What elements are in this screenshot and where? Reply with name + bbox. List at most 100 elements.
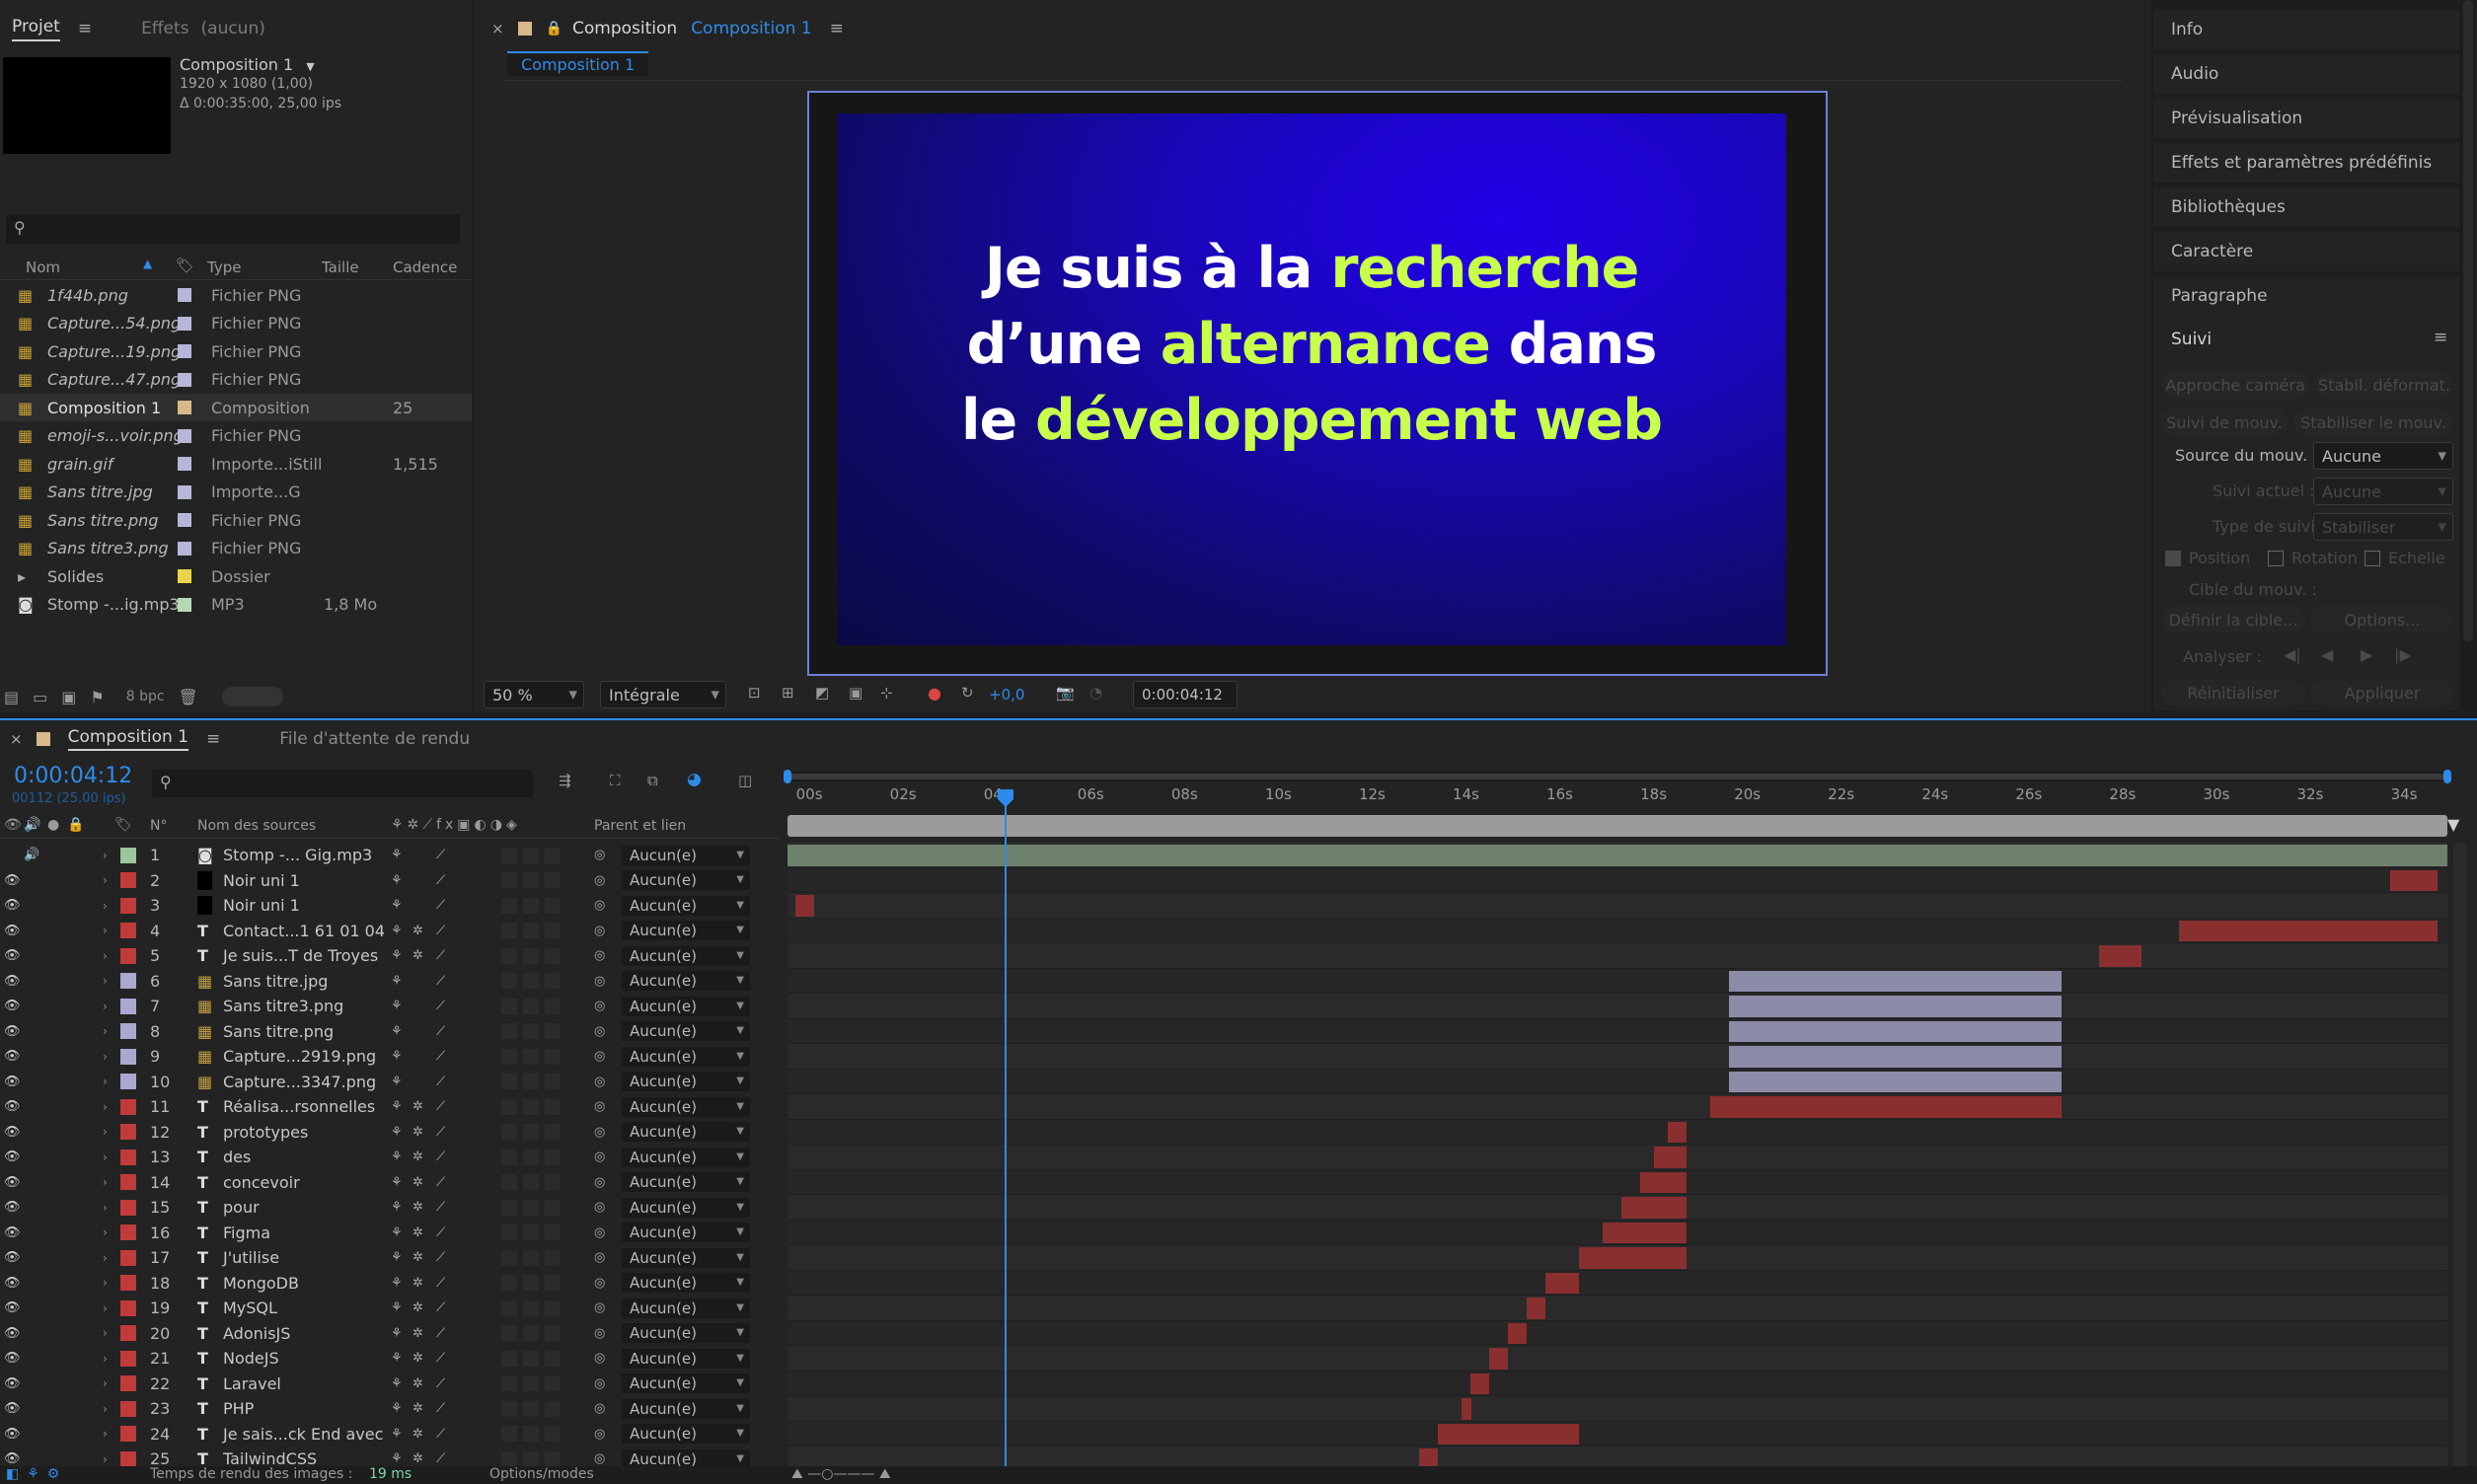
layer-name[interactable]: Capture...2919.png [223,1047,376,1066]
shy-icon[interactable]: ⚘ [391,1401,403,1416]
switch-box[interactable] [501,1249,517,1266]
expand-chevron-icon[interactable]: › [103,949,108,963]
quality-icon[interactable]: ⟋ [436,1250,445,1265]
pickwhip-icon[interactable]: ◎ [594,1427,605,1442]
layer-label-swatch[interactable] [120,923,136,939]
switch-box[interactable] [501,1299,517,1316]
shy-icon[interactable]: ⚘ [391,1351,403,1366]
label-color-swatch[interactable] [178,316,191,331]
switch-box[interactable] [545,1325,561,1342]
pickwhip-icon[interactable]: ◎ [594,848,605,862]
col-name[interactable]: Nom [26,259,60,276]
new-comp-icon[interactable]: ▣ [61,688,76,706]
switch-box[interactable] [545,1426,561,1443]
quality-icon[interactable]: ⟋ [436,898,445,913]
switch-box[interactable] [501,1450,517,1467]
parent-dropdown[interactable]: Aucun(e) ▼ [622,1323,750,1344]
shy-icon[interactable]: ⚘ [391,1326,403,1341]
layer-label-swatch[interactable] [120,1224,136,1241]
pickwhip-icon[interactable]: ◎ [594,1175,605,1190]
audio-icon[interactable]: 🔊 [24,817,40,833]
parent-dropdown[interactable]: Aucun(e) ▼ [622,1197,750,1218]
pickwhip-icon[interactable]: ◎ [594,1049,605,1064]
switch-box[interactable] [523,1124,539,1141]
switch-box[interactable] [501,1098,517,1115]
layer-label-swatch[interactable] [120,1023,136,1040]
layer-label-swatch[interactable] [120,1199,136,1216]
quality-icon[interactable]: ⟋ [436,924,445,938]
layer-label-swatch[interactable] [120,1174,136,1191]
layer-duration-bar[interactable] [1527,1298,1546,1319]
trash-icon[interactable]: 🗑 [179,688,198,706]
quality-icon[interactable]: ⟋ [436,1125,445,1140]
layer-row[interactable]: 👁 › 2 ■ Noir uni 1 ⚘ ⟋ ◎ Aucun(e) ▼ [0,868,780,894]
pickwhip-icon[interactable]: ◎ [594,1150,605,1164]
col-parent[interactable]: Parent et lien [594,818,686,834]
pickwhip-icon[interactable]: ◎ [594,1451,605,1466]
layer-name[interactable]: Je sais...ck End avec [223,1425,383,1444]
switch-box[interactable] [501,1048,517,1065]
transparency-grid-icon[interactable]: ⊞ [782,684,794,702]
layer-row[interactable]: 👁 › 6 ▦ Sans titre.jpg ⚘ ⟋ ◎ Aucun(e) ▼ [0,969,780,995]
switch-box[interactable] [501,973,517,990]
eye-icon[interactable]: 👁 [4,1326,21,1341]
shy-icon[interactable]: ⚘ [391,1250,403,1265]
switch-box[interactable] [523,1023,539,1040]
layer-label-swatch[interactable] [120,1325,136,1342]
layer-name[interactable]: Sans titre.png [223,1022,334,1041]
parent-dropdown[interactable]: Aucun(e) ▼ [622,895,750,916]
layer-duration-bar[interactable] [1578,1247,1688,1269]
switch-box[interactable] [523,1224,539,1241]
eye-icon[interactable]: 👁 [4,999,21,1013]
layer-row[interactable]: 👁 › 16 T Figma ⚘ ✲ ⟋ ◎ Aucun(e) ▼ [0,1221,780,1246]
layer-row[interactable]: 🔊 › 1 ◙ Stomp -... Gig.mp3 ⚘ ⟋ ◎ Aucun(e) ▼ [0,843,780,868]
eye-icon[interactable]: 👁 [4,1175,21,1190]
lock-icon[interactable]: 🔒 [67,817,84,833]
label-color-swatch[interactable] [178,428,191,443]
shy-icon[interactable]: ⚘ [391,999,403,1013]
parent-dropdown[interactable]: Aucun(e) ▼ [622,1172,750,1193]
label-color-swatch[interactable] [178,457,191,471]
switch-box[interactable] [523,872,539,889]
pickwhip-icon[interactable]: ◎ [594,974,605,989]
hamburger-icon[interactable]: ≡ [206,729,220,749]
layer-row[interactable]: 👁 › 19 T MySQL ⚘ ✲ ⟋ ◎ Aucun(e) ▼ [0,1296,780,1321]
collapse-icon[interactable]: ✲ [413,948,423,963]
layer-name[interactable]: prototypes [223,1123,308,1142]
quality-icon[interactable]: ⟋ [436,1024,445,1039]
shy-icon[interactable]: ⚘ [391,1099,403,1114]
quality-icon[interactable]: ⟋ [436,1326,445,1341]
parent-dropdown[interactable]: Aucun(e) ▼ [622,1273,750,1294]
pickwhip-icon[interactable]: ◎ [594,1125,605,1140]
layer-row[interactable]: 👁 › 24 T Je sais...ck End avec ⚘ ✲ ⟋ ◎ Aucun(e) ▼ [0,1422,780,1447]
comp-tab-title[interactable]: Composition [572,19,677,38]
expand-chevron-icon[interactable]: › [103,1276,108,1290]
switch-box[interactable] [545,1375,561,1392]
layer-name[interactable]: NodeJS [223,1349,279,1368]
switch-box[interactable] [523,1149,539,1165]
layer-duration-bar[interactable] [2099,945,2142,967]
project-item[interactable]: ▦ Sans titre3.png Fichier PNG [0,535,472,562]
switch-box[interactable] [523,897,539,914]
parent-dropdown[interactable]: Aucun(e) ▼ [622,921,750,941]
expand-chevron-icon[interactable]: › [103,1326,108,1340]
hamburger-icon[interactable]: ≡ [830,19,844,38]
layer-row[interactable]: 👁 › 7 ▦ Sans titre3.png ⚘ ⟋ ◎ Aucun(e) ▼ [0,994,780,1019]
eye-icon[interactable]: 👁 [4,948,21,963]
layer-row[interactable]: 👁 › 17 T J'utilise ⚘ ✲ ⟋ ◎ Aucun(e) ▼ [0,1245,780,1271]
layer-name[interactable]: pour [223,1198,260,1217]
close-icon[interactable]: × [10,730,23,748]
switch-box[interactable] [501,923,517,939]
switch-box[interactable] [545,947,561,964]
collapse-icon[interactable]: ✲ [413,1150,423,1164]
layer-label-swatch[interactable] [120,1375,136,1392]
layer-name[interactable]: Noir uni 1 [223,896,300,915]
parent-dropdown[interactable]: Aucun(e) ▼ [622,1072,750,1092]
pickwhip-icon[interactable]: ◎ [594,1225,605,1240]
layer-name[interactable]: Figma [223,1224,270,1242]
project-item[interactable]: ▦ Sans titre.jpg Importe...G [0,479,472,506]
quality-icon[interactable]: ⟋ [436,848,445,862]
parent-dropdown[interactable]: Aucun(e) ▼ [622,1046,750,1067]
region-of-interest-icon[interactable]: ▣ [849,684,863,702]
layer-label-swatch[interactable] [120,897,136,914]
